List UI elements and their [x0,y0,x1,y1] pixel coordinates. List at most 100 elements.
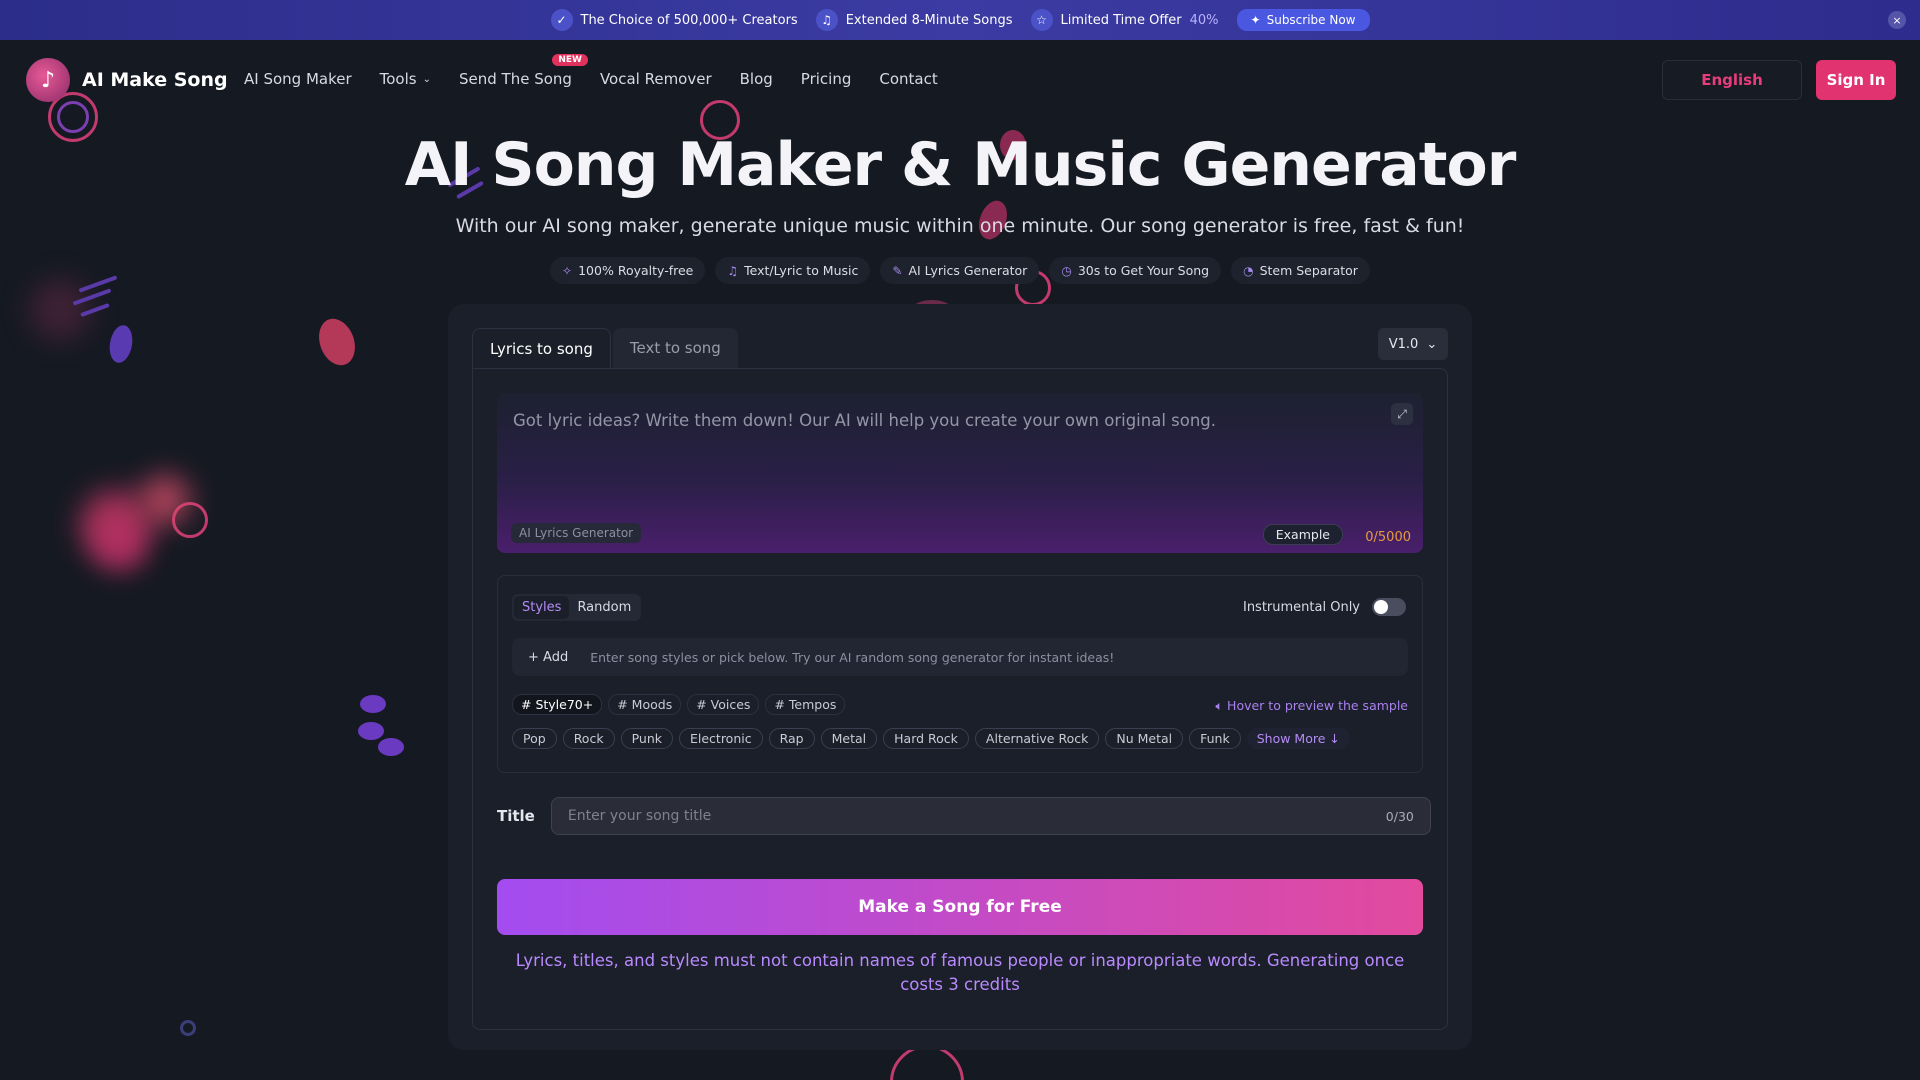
lyrics-textarea[interactable]: Got lyric ideas? Write them down! Our AI… [497,393,1423,553]
tab-lyrics-to-song[interactable]: Lyrics to song [472,328,611,368]
lyrics-counter: 0/5000 [1365,530,1411,545]
instrumental-label: Instrumental Only [1242,599,1360,615]
style-tag[interactable]: Electronic [678,728,763,749]
category-moods[interactable]: # Moods [608,694,682,715]
style-tag[interactable]: Metal [820,728,878,749]
instrumental-only: Instrumental Only [1243,598,1406,616]
feature-lyrics-generator: ✎ AI Lyrics Generator [880,257,1040,284]
close-icon[interactable]: × [1888,11,1906,29]
show-more-button[interactable]: Show More ↓ [1246,728,1350,749]
example-button[interactable]: Example [1262,524,1343,545]
style-mode-toggle: Styles Random [512,594,642,621]
style-tag[interactable]: Hard Rock [883,728,969,749]
category-style[interactable]: # Style​70+​ [512,694,603,715]
style-placeholder: Enter song styles or pick below. Try our… [590,649,1115,665]
logo[interactable]: ♪ AI Make Song [26,58,228,102]
nav-item-contact[interactable]: Contact [879,70,937,88]
style-categories: # Style​70+​ # Moods # Voices # Tempos [512,694,846,715]
hover-preview-note: 🔈︎ Hover to preview the sample [1216,698,1408,714]
expand-icon[interactable]: ⤢ [1391,403,1413,425]
feature-label: 100% Royalty-free [578,263,694,278]
timer-icon: ◷ [1061,263,1072,278]
star-icon: ☆ [1030,9,1053,31]
title-placeholder: Enter your song title [567,808,712,824]
style-tag[interactable]: Rap [768,728,815,749]
speaker-icon: 🔈︎ [1215,698,1224,713]
feature-label: 30s to Get Your Song [1077,263,1210,278]
song-generator-card: Lyrics to song Text to song V1.0 ⌄ Got l… [448,304,1472,1050]
banner-songs: ♫ Extended 8-Minute Songs [815,9,1013,31]
hover-preview-text: Hover to preview the sample [1227,698,1408,713]
subscribe-label: Subscribe Now [1266,13,1356,27]
nav-menu: AI Song Maker Tools ⌄ Send The Song NEW … [244,54,938,88]
style-tag[interactable]: Nu Metal [1105,728,1184,749]
style-tag[interactable]: Pop [512,728,557,749]
nav-item-blog[interactable]: Blog [740,70,773,88]
sparkle-icon: ✧ [562,263,573,278]
page-subtitle: With our AI song maker, generate unique … [455,215,1465,237]
add-style-button[interactable]: + Add [528,650,568,665]
title-counter: 0/30 [1385,808,1414,824]
chevron-down-icon: ⌄ [422,73,431,85]
nav-item-send-the-song[interactable]: Send The Song NEW [458,54,588,88]
title-row: Title Enter your song title 0/30 [497,797,1431,835]
sign-in-button[interactable]: Sign In [1816,60,1896,100]
content-notice: Lyrics, titles, and styles must not cont… [515,951,1405,994]
drop-icon: ◔ [1243,263,1254,278]
title-input[interactable]: Enter your song title 0/30 [550,797,1431,835]
nav-item-send-label: Send The Song [458,70,572,88]
style-tab-styles[interactable]: Styles [514,596,570,619]
nav-item-tools-label: Tools [379,70,417,88]
nav-item-pricing[interactable]: Pricing [801,70,852,88]
promo-banner: ✓ The Choice of 500,000+ Creators ♫ Exte… [0,0,1920,40]
subscribe-button[interactable]: ✦ Subscribe Now [1236,9,1370,31]
style-tab-random[interactable]: Random [569,596,639,619]
style-input[interactable]: + Add Enter song styles or pick below. T… [512,638,1408,676]
lyrics-panel: Got lyric ideas? Write them down! Our AI… [472,368,1448,1030]
tab-text-to-song[interactable]: Text to song [612,328,738,368]
nav-item-tools[interactable]: Tools ⌄ [380,70,431,88]
banner-offer-text: Limited Time Offer [1060,12,1182,28]
styles-section: Styles Random Instrumental Only + Add En… [497,575,1423,773]
feature-royalty-free: ✧ 100% Royalty-free [550,257,706,284]
feature-label: Stem Separator [1259,263,1358,278]
feature-stem-separator: ◔ Stem Separator [1231,257,1370,284]
feature-30s: ◷ 30s to Get Your Song [1049,257,1222,284]
style-tag[interactable]: Rock [562,728,615,749]
nav-item-ai-song-maker[interactable]: AI Song Maker [244,70,352,88]
style-tag[interactable]: Punk [620,728,673,749]
feature-list: ✧ 100% Royalty-free ♫ Text/Lyric to Music … [0,257,1920,284]
new-badge: NEW [552,54,588,66]
style-tags: Pop Rock Punk Electronic Rap Metal Hard … [512,728,1350,749]
version-value: V1.0 [1388,336,1419,352]
music-note-icon: ♫ [815,9,838,31]
make-song-button[interactable]: Make a Song for Free [497,879,1423,935]
language-button[interactable]: English [1662,60,1802,100]
title-label: Title [497,807,535,825]
main-nav: ♪ AI Make Song AI Song Maker Tools ⌄ Sen… [0,40,1920,120]
feature-label: AI Lyrics Generator [908,263,1028,278]
banner-creators-text: The Choice of 500,000+ Creators [580,12,798,28]
banner-creators: ✓ The Choice of 500,000+ Creators [550,9,798,31]
pen-icon: ✎ [892,263,903,278]
logo-text: AI Make Song [82,69,228,91]
sparkle-icon: ✦ [1250,13,1261,27]
banner-songs-text: Extended 8-Minute Songs [845,12,1013,28]
chevron-down-icon: ⌄ [1426,336,1438,352]
style-tag[interactable]: Funk [1189,728,1241,749]
banner-offer: ☆ Limited Time Offer 40% [1030,9,1219,31]
category-voices[interactable]: # Voices [687,694,760,715]
instrumental-toggle[interactable] [1372,598,1406,616]
lyrics-placeholder: Got lyric ideas? Write them down! Our AI… [513,411,1217,430]
logo-icon: ♪ [26,58,70,102]
check-badge-icon: ✓ [550,9,573,31]
category-tempos[interactable]: # Tempos [765,694,846,715]
nav-item-vocal-remover[interactable]: Vocal Remover [600,70,712,88]
music-note-icon: ♫ [727,263,739,278]
style-tag[interactable]: Alternative Rock [974,728,1100,749]
ai-lyrics-generator-button[interactable]: AI Lyrics Generator [511,523,642,543]
feature-label: Text/Lyric to Music [744,263,859,278]
banner-offer-percent: 40% [1189,12,1219,28]
mode-tabs: Lyrics to song Text to song [472,328,740,368]
version-select[interactable]: V1.0 ⌄ [1378,328,1448,360]
